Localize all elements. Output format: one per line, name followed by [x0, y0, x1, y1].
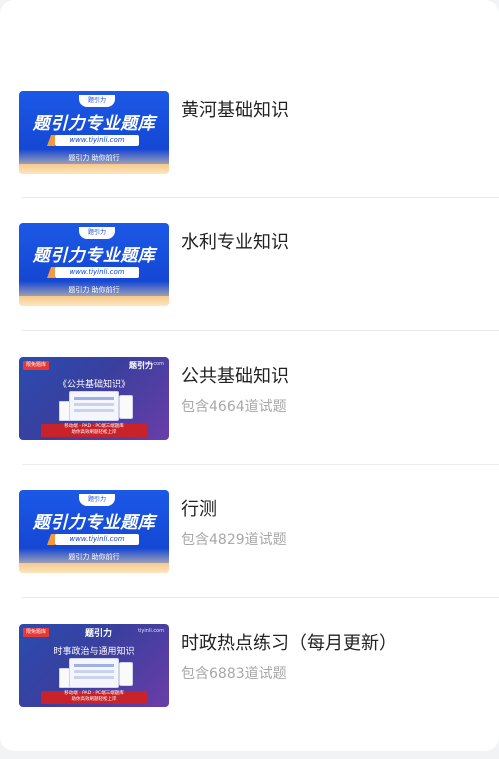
cover-headline: 题引力专业题库: [32, 114, 156, 134]
cover-domain: tiyinli.com: [138, 361, 164, 367]
cover-headline: 《公共基础知识》: [57, 380, 130, 390]
cover-slogan: 题引力 助你前行: [68, 286, 120, 294]
cover-thumbnail[interactable]: 限免题库 题引力 tiyinli.com 时事政治与通用知识 移动端 · PAD…: [19, 624, 169, 707]
feature-line-2: 助你高效刷题轻松上岸: [71, 430, 117, 435]
cover-thumbnail[interactable]: 题引力 题引力专业题库 www.tiyinli.com 题引力 助你前行: [19, 223, 169, 306]
cover-feature-bar: 移动端 · PAD · PC端三端题库 助你高效刷题轻松上岸: [41, 424, 147, 437]
item-title[interactable]: 时政热点练习（每月更新）: [181, 629, 397, 655]
cover-bottom-band: [19, 296, 169, 306]
cover-url: www.tiyinli.com: [55, 135, 139, 146]
list-item[interactable]: 限免题库 题引力 tiyinli.com 《公共基础知识》 移动端 · PAD …: [0, 335, 499, 469]
divider: [22, 464, 499, 465]
brand-logo: 题引力: [85, 629, 113, 639]
cover-bottom-band: [19, 563, 169, 573]
item-title[interactable]: 水利专业知识: [181, 228, 289, 254]
cover-headline: 题引力专业题库: [32, 513, 156, 533]
phone-icon: [119, 395, 133, 419]
cover-thumbnail[interactable]: 题引力 题引力专业题库 www.tiyinli.com 题引力 助你前行: [19, 490, 169, 573]
item-subtitle: 包含4664道试题: [181, 399, 287, 415]
desktop-icon: [69, 391, 119, 421]
list-item[interactable]: 题引力 题引力专业题库 www.tiyinli.com 题引力 助你前行 水利专…: [0, 201, 499, 335]
cover-headline: 时事政治与通用知识: [53, 647, 135, 657]
item-title[interactable]: 行测: [181, 495, 217, 521]
phone-icon: [119, 662, 133, 686]
cover-slogan: 题引力 助你前行: [68, 154, 120, 162]
brand-logo: 题引力: [79, 227, 115, 239]
list-item[interactable]: 题引力 题引力专业题库 www.tiyinli.com 题引力 助你前行 黄河基…: [0, 69, 499, 203]
cover-url: www.tiyinli.com: [55, 267, 139, 278]
cover-feature-bar: 移动端 · PAD · PC端三端题库 助你高效刷题轻松上岸: [41, 691, 147, 704]
brand-logo: 题引力: [79, 494, 115, 506]
cover-thumbnail[interactable]: 题引力 题引力专业题库 www.tiyinli.com 题引力 助你前行: [19, 91, 169, 174]
cover-url: www.tiyinli.com: [55, 534, 139, 545]
divider: [22, 197, 499, 198]
free-tag: 限免题库: [23, 628, 50, 637]
free-tag: 限免题库: [23, 361, 50, 370]
item-title[interactable]: 公共基础知识: [181, 362, 289, 388]
cover-bottom-band: [19, 164, 169, 174]
brand-logo: 题引力: [79, 95, 115, 107]
divider: [22, 330, 499, 331]
feature-line-2: 助你高效刷题轻松上岸: [71, 697, 117, 702]
cover-headline: 题引力专业题库: [32, 246, 156, 266]
cover-slogan: 题引力 助你前行: [68, 553, 120, 561]
item-subtitle: 包含4829道试题: [181, 532, 287, 548]
list-item[interactable]: 限免题库 题引力 tiyinli.com 时事政治与通用知识 移动端 · PAD…: [0, 602, 499, 736]
desktop-icon: [69, 658, 119, 688]
cover-thumbnail[interactable]: 限免题库 题引力 tiyinli.com 《公共基础知识》 移动端 · PAD …: [19, 357, 169, 440]
item-title[interactable]: 黄河基础知识: [181, 96, 289, 122]
cover-domain: tiyinli.com: [138, 628, 164, 634]
question-bank-list: 题引力 题引力专业题库 www.tiyinli.com 题引力 助你前行 黄河基…: [0, 0, 499, 751]
list-item[interactable]: 题引力 题引力专业题库 www.tiyinli.com 题引力 助你前行 行测 …: [0, 468, 499, 602]
divider: [22, 597, 499, 598]
item-subtitle: 包含6883道试题: [181, 666, 287, 682]
